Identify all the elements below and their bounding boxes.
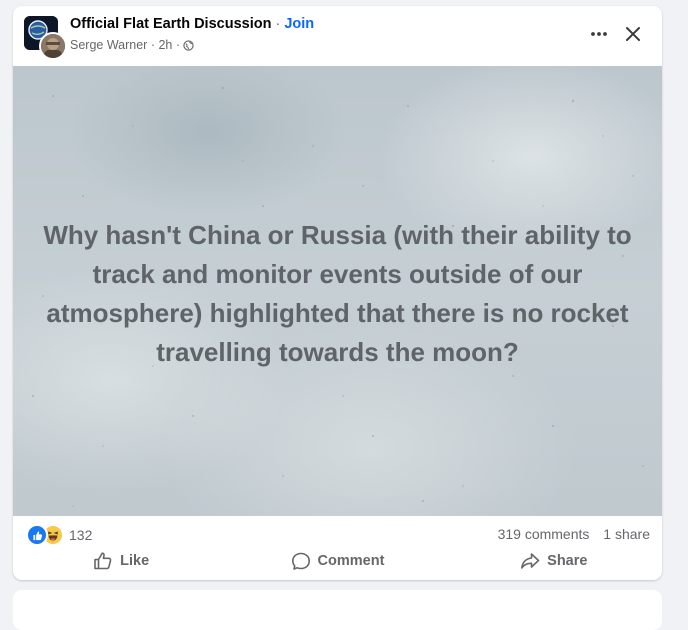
group-name-link[interactable]: Official Flat Earth Discussion [70, 16, 271, 32]
engagement-counts: 319 comments 1 share [498, 526, 650, 542]
post-card: Official Flat Earth Discussion · Join Se… [13, 6, 662, 580]
post-stats: 132 319 comments 1 share [13, 522, 662, 546]
meta-separator: · [175, 38, 181, 52]
next-post-card [13, 590, 662, 630]
like-reaction-icon [26, 524, 48, 546]
comment-icon [291, 552, 310, 570]
share-button[interactable]: Share [446, 546, 662, 576]
post-header: Official Flat Earth Discussion · Join Se… [13, 6, 662, 66]
like-label: Like [120, 553, 150, 569]
comment-label: Comment [317, 553, 385, 569]
title-separator: · [275, 16, 281, 32]
avatar-stack[interactable] [24, 16, 67, 60]
post-actions: Like Comment Share [13, 546, 662, 576]
post-meta: Serge Warner · 2h · [70, 38, 194, 52]
post-time-link[interactable]: 2h [158, 38, 172, 52]
comments-count-link[interactable]: 319 comments [498, 526, 590, 542]
thumbs-up-icon [94, 552, 112, 570]
comment-button[interactable]: Comment [229, 546, 445, 576]
author-name-link[interactable]: Serge Warner [70, 38, 147, 52]
reactions-summary[interactable]: 132 [26, 524, 92, 546]
globe-icon [183, 39, 194, 51]
close-icon [626, 27, 640, 41]
more-options-button[interactable] [585, 20, 613, 48]
share-label: Share [547, 553, 588, 569]
post-title-line: Official Flat Earth Discussion · Join [70, 16, 314, 32]
share-icon [521, 553, 540, 569]
reaction-count: 132 [69, 527, 93, 543]
shares-count-link[interactable]: 1 share [603, 526, 650, 542]
post-image[interactable]: Why hasn't China or Russia (with their a… [13, 66, 662, 516]
user-avatar[interactable] [39, 32, 67, 60]
image-caption-text: Why hasn't China or Russia (with their a… [43, 220, 632, 367]
more-icon [591, 32, 607, 36]
like-button[interactable]: Like [13, 546, 229, 576]
close-button[interactable] [619, 20, 647, 48]
join-button[interactable]: Join [284, 16, 314, 32]
